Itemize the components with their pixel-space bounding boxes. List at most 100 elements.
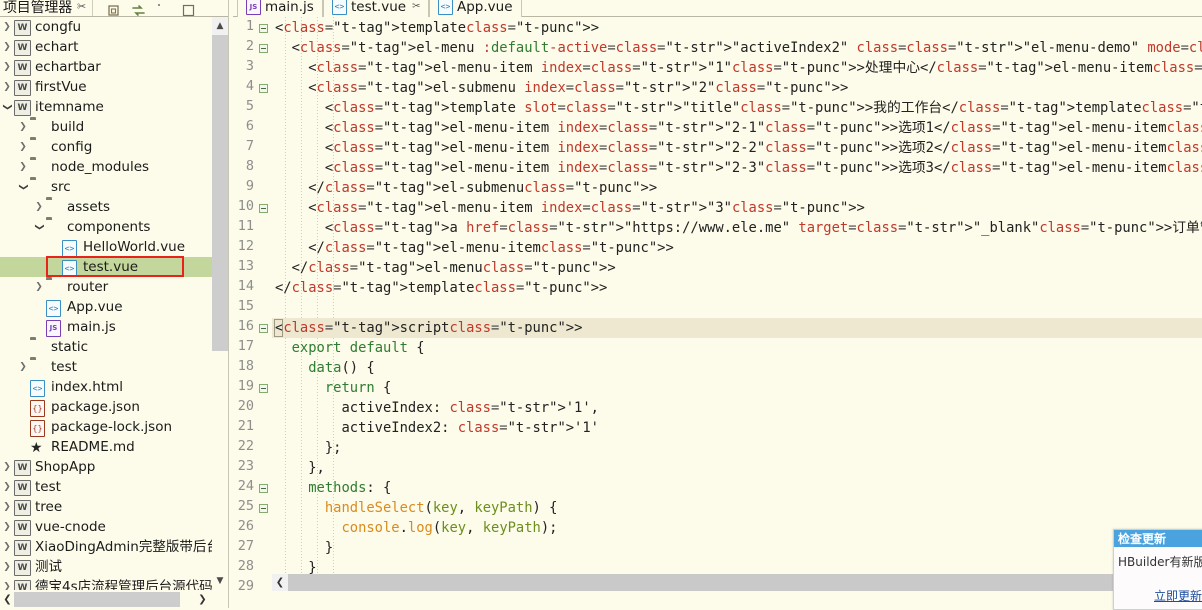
- tree-item-README.md[interactable]: ★ README.md: [0, 437, 214, 457]
- tree-item-App.vue[interactable]: <> App.vue: [0, 297, 214, 317]
- line-number: 6: [245, 118, 254, 134]
- tree-item-label: 德宝4s店流程管理后台源代码未改: [35, 579, 214, 590]
- line-number: 28: [237, 558, 254, 574]
- tree-item-node_modules[interactable]: ❯ node_modules: [0, 157, 214, 177]
- vertical-scroll-track[interactable]: [212, 351, 228, 589]
- tree-item-build[interactable]: ❯ build: [0, 117, 214, 137]
- tree-item-firstVue[interactable]: ❯ WfirstVue: [0, 77, 214, 97]
- editor-tab-test.vue[interactable]: <> test.vue ✂: [323, 0, 430, 17]
- chevron-down-icon[interactable]: ❯: [0, 102, 14, 112]
- update-notification-popup[interactable]: 检查更新 HBuilder有新版 立即更新: [1113, 529, 1202, 610]
- editor-tab-main.js[interactable]: JS main.js: [237, 0, 323, 17]
- editor-tab-label: main.js: [265, 0, 314, 15]
- code-view[interactable]: 1 2 3 4 5 6 7 8 9 10 11 12 13 14 15 16 17 18 19 20 21 22 23 24 2…: [233, 17, 1202, 591]
- chevron-down-icon[interactable]: ❯: [32, 222, 46, 232]
- fold-toggle-icon[interactable]: [259, 384, 268, 393]
- tree-item-label: static: [51, 339, 89, 355]
- markdown-file-icon: ★: [30, 439, 43, 456]
- tree-item-tree[interactable]: ❯ Wtree: [0, 497, 214, 517]
- tree-item-vue-cnode[interactable]: ❯ Wvue-cnode: [0, 517, 214, 537]
- tree-item-测试[interactable]: ❯ W 测试: [0, 557, 214, 577]
- chevron-right-icon[interactable]: ❯: [0, 62, 14, 72]
- tree-item-ShopApp[interactable]: ❯ W ShopApp: [0, 457, 214, 477]
- tree-item-components[interactable]: ❯ components: [0, 217, 214, 237]
- scroll-right-icon[interactable]: ❯: [195, 591, 210, 608]
- tree-item-config[interactable]: ❯ config: [0, 137, 214, 157]
- tree-item-test[interactable]: ❯ test: [0, 357, 214, 377]
- fold-toggle-icon[interactable]: [259, 484, 268, 493]
- fold-toggle-icon[interactable]: [259, 504, 268, 513]
- chevron-right-icon[interactable]: ❯: [0, 582, 14, 590]
- line-number: 12: [237, 238, 254, 254]
- chevron-right-icon[interactable]: ❯: [0, 42, 14, 52]
- tree-item-echartbar[interactable]: ❯ Wechartbar: [0, 57, 214, 77]
- tree-item-label: src: [51, 179, 71, 195]
- tree-item-congfu[interactable]: ❯ Wcongfu: [0, 17, 214, 37]
- tree-item-assets[interactable]: ❯ assets: [0, 197, 214, 217]
- vertical-scroll-thumb[interactable]: [212, 35, 228, 351]
- chevron-right-icon[interactable]: ❯: [0, 462, 14, 472]
- project-tree-vertical-scrollbar[interactable]: ▲ ▼: [212, 17, 228, 590]
- fold-toggle-icon[interactable]: [259, 324, 268, 333]
- close-icon[interactable]: ✂: [412, 1, 420, 12]
- chevron-right-icon[interactable]: ❯: [32, 282, 46, 292]
- chevron-right-icon[interactable]: ❯: [0, 522, 14, 532]
- editor-tab-App.vue[interactable]: <> App.vue: [429, 0, 522, 17]
- chevron-right-icon[interactable]: ❯: [32, 202, 46, 212]
- line-number: 13: [237, 258, 254, 274]
- w-project-icon: W: [14, 559, 31, 576]
- chevron-right-icon[interactable]: ❯: [16, 122, 30, 132]
- chevron-right-icon[interactable]: ❯: [0, 82, 14, 92]
- chevron-down-icon[interactable]: ❯: [16, 182, 30, 192]
- tree-item-index.html[interactable]: <> index.html: [0, 377, 214, 397]
- code-line: </class="t-tag">el-submenuclass="t-punc"…: [275, 180, 658, 196]
- chevron-right-icon[interactable]: ❯: [0, 542, 14, 552]
- line-number: 2: [245, 38, 254, 54]
- scroll-down-icon[interactable]: ▼: [212, 572, 228, 590]
- tree-item-test.vue[interactable]: <> test.vue: [0, 257, 214, 277]
- line-number: 23: [237, 458, 254, 474]
- fold-toggle-icon[interactable]: [259, 84, 268, 93]
- tree-item-static[interactable]: static: [0, 337, 214, 357]
- editor-scroll-left-icon[interactable]: ❮: [272, 574, 288, 591]
- tree-item-XiaoDingAdmin完整版带后台[interactable]: ❯ W XiaoDingAdmin完整版带后台: [0, 537, 214, 557]
- project-tree-horizontal-scrollbar[interactable]: ❮ ❯: [0, 591, 228, 608]
- source-code[interactable]: <class="t-tag">templateclass="t-punc">> …: [275, 17, 1202, 591]
- editor-horizontal-scrollbar[interactable]: ❮: [272, 574, 1202, 591]
- html-file-icon: <>: [30, 379, 45, 397]
- tree-item-router[interactable]: ❯ router: [0, 277, 214, 297]
- chevron-right-icon[interactable]: ❯: [16, 142, 30, 152]
- chevron-right-icon[interactable]: ❯: [16, 362, 30, 372]
- chevron-right-icon[interactable]: ❯: [0, 562, 14, 572]
- tree-item-main.js[interactable]: JS main.js: [0, 317, 214, 337]
- update-now-link[interactable]: 立即更新: [1154, 587, 1202, 604]
- tree-item-itemname[interactable]: ❯ Witemname: [0, 97, 214, 117]
- chevron-right-icon[interactable]: ❯: [16, 162, 30, 172]
- fold-toggle-icon[interactable]: [259, 204, 268, 213]
- horizontal-scroll-thumb[interactable]: [14, 592, 180, 607]
- scroll-left-icon[interactable]: ❮: [0, 591, 15, 608]
- tree-item-echart[interactable]: ❯ Wechart: [0, 37, 214, 57]
- tree-item-德宝4s店流程管理后台源代码未改[interactable]: ❯W 德宝4s店流程管理后台源代码未改: [0, 577, 214, 590]
- project-panel-toolbar: [92, 0, 232, 17]
- tree-item-test[interactable]: ❯ Wtest: [0, 477, 214, 497]
- chevron-right-icon[interactable]: ❯: [0, 482, 14, 492]
- chevron-right-icon[interactable]: ❯: [0, 22, 14, 32]
- scroll-up-icon[interactable]: ▲: [212, 17, 228, 35]
- code-line: <class="t-tag">el-menu-item index=class=…: [275, 60, 1202, 76]
- line-number: 7: [245, 138, 254, 154]
- tree-item-package-lock.json[interactable]: {} package-lock.json: [0, 417, 214, 437]
- tree-item-label: XiaoDingAdmin完整版带后台: [35, 539, 214, 555]
- project-tree[interactable]: ❯ Wcongfu ❯ Wechart ❯ Wechartbar ❯ WfirstVue ❯ Wi…: [0, 17, 214, 590]
- tree-item-package.json[interactable]: {} package.json: [0, 397, 214, 417]
- chevron-right-icon[interactable]: ❯: [0, 502, 14, 512]
- close-icon[interactable]: ✂: [77, 0, 86, 13]
- tree-item-src[interactable]: ❯ src: [0, 177, 214, 197]
- tab-project-explorer[interactable]: 项目管理器 ✂: [0, 0, 94, 17]
- tree-item-HelloWorld.vue[interactable]: <> HelloWorld.vue: [0, 237, 214, 257]
- fold-toggle-icon[interactable]: [259, 24, 268, 33]
- popup-message: HBuilder有新版: [1118, 555, 1202, 569]
- fold-toggle-icon[interactable]: [259, 44, 268, 53]
